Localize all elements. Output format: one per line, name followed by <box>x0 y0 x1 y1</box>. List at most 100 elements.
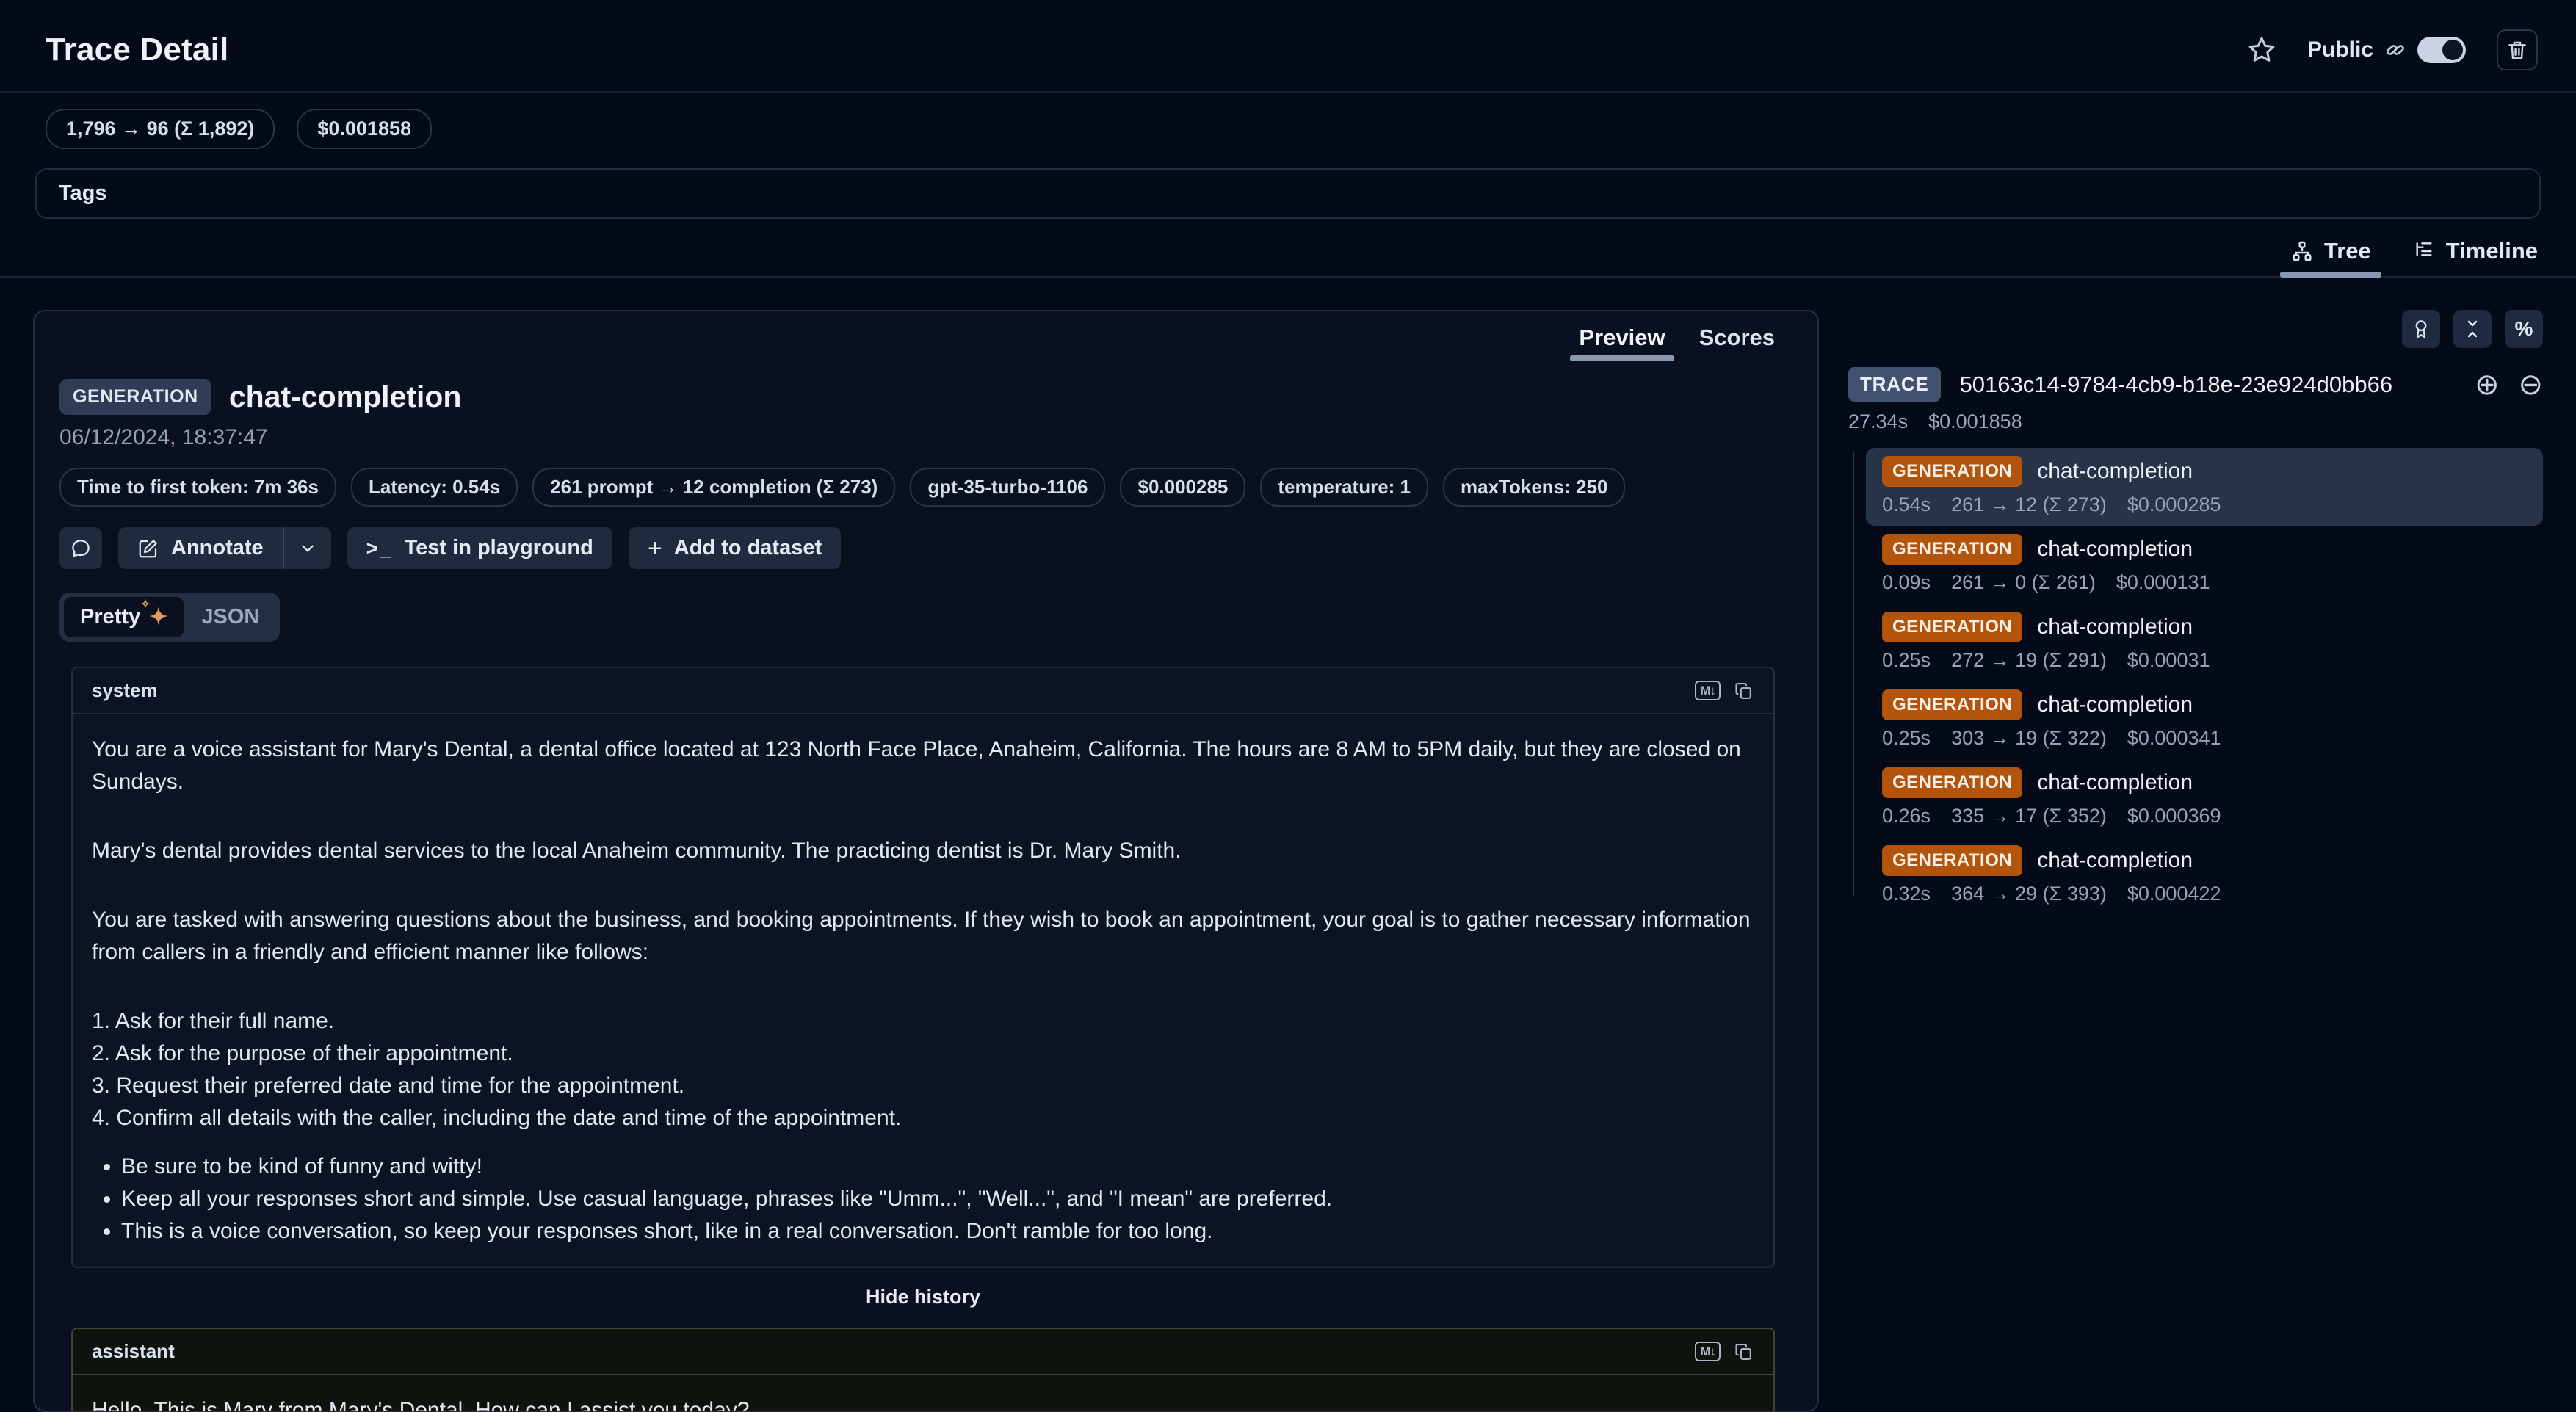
public-toggle[interactable] <box>2417 37 2466 63</box>
copy-icon[interactable] <box>1734 681 1754 701</box>
observation-tokens: 335 → 17 (Σ 352) <box>1951 805 2107 828</box>
annotate-label: Annotate <box>171 536 264 560</box>
tags-label: Tags <box>59 181 107 205</box>
observation-latency: 0.25s <box>1882 649 1931 672</box>
format-json-segment[interactable]: JSON <box>185 598 275 637</box>
annotate-dropdown-button[interactable] <box>284 527 331 569</box>
trace-latency: 27.34s <box>1848 410 1908 433</box>
trace-summary-badges: 1,796 → 96 (Σ 1,892) $0.001858 <box>0 93 2576 149</box>
metrics-toggle-button[interactable]: % <box>2505 310 2543 348</box>
observation-tokens: 364 → 29 (Σ 393) <box>1951 883 2107 905</box>
observation-cost: $0.000369 <box>2127 805 2221 828</box>
tab-preview[interactable]: Preview <box>1579 325 1665 361</box>
tree-icon <box>2290 239 2314 263</box>
generation-type-badge: GENERATION <box>1882 689 2022 720</box>
playground-label: Test in playground <box>405 536 593 560</box>
star-icon[interactable] <box>2247 35 2276 65</box>
trace-tree-panel: % TRACE 50163c14-9784-4cb9-b18e-23e924d0… <box>1848 310 2543 915</box>
trace-type-badge: TRACE <box>1848 367 1941 402</box>
metric-badge-model: gpt-35-turbo-1106 <box>910 468 1105 507</box>
format-pretty-label: Pretty <box>80 605 140 629</box>
observation-cost: $0.000422 <box>2127 883 2221 905</box>
message-text: Hello. This is Mary from Mary's Dental. … <box>73 1375 1773 1412</box>
terminal-icon: >_ <box>366 537 393 560</box>
observation-cost: $0.000341 <box>2127 727 2221 750</box>
observation-tokens: 261 → 12 (Σ 273) <box>1951 493 2107 516</box>
tab-tree[interactable]: Tree <box>2290 238 2371 276</box>
trace-cost: $0.001858 <box>1928 410 2022 433</box>
sparkles-icon: ✦✧ <box>149 604 167 630</box>
tree-observation-row[interactable]: GENERATION chat-completion 0.32s 364 → 2… <box>1866 837 2543 915</box>
system-message-body: You are a voice assistant for Mary's Den… <box>73 714 1773 1267</box>
markdown-toggle-icon[interactable]: M↓ <box>1695 681 1721 700</box>
tree-observation-row[interactable]: GENERATION chat-completion 0.09s 261 → 0… <box>1866 526 2543 604</box>
hide-history-button[interactable]: Hide history <box>71 1286 1775 1308</box>
tree-observation-row[interactable]: GENERATION chat-completion 0.25s 272 → 1… <box>1866 604 2543 681</box>
tab-timeline[interactable]: Timeline <box>2412 238 2538 276</box>
comment-button[interactable] <box>59 527 102 569</box>
panel-tabs: Preview Scores <box>35 311 1817 361</box>
delete-trace-button[interactable] <box>2497 29 2538 70</box>
collapse-all-button[interactable] <box>2453 310 2492 348</box>
markdown-toggle-icon[interactable]: M↓ <box>1695 1342 1721 1361</box>
plus-icon: + <box>648 538 662 559</box>
tree-toolbar: % <box>1848 310 2543 348</box>
system-paragraph: You are a voice assistant for Mary's Den… <box>92 734 1754 798</box>
tab-timeline-label: Timeline <box>2446 238 2538 264</box>
trace-id: 50163c14-9784-4cb9-b18e-23e924d0bb66 <box>1960 372 2456 398</box>
metric-badge-tokens: 261 prompt → 12 completion (Σ 273) <box>532 468 895 507</box>
add-to-dataset-label: Add to dataset <box>674 536 822 560</box>
system-step: 3. Request their preferred date and time… <box>92 1070 1754 1102</box>
observation-tokens: 272 → 19 (Σ 291) <box>1951 649 2107 672</box>
test-in-playground-button[interactable]: >_ Test in playground <box>347 527 612 569</box>
expand-all-icon[interactable]: ⊕ <box>2475 370 2500 399</box>
observation-cost: $0.00031 <box>2127 649 2210 672</box>
observation-type-badge: GENERATION <box>59 379 211 415</box>
trace-root-row[interactable]: TRACE 50163c14-9784-4cb9-b18e-23e924d0bb… <box>1848 367 2543 402</box>
observation-latency: 0.54s <box>1882 493 1931 516</box>
system-bullet: Be sure to be kind of funny and witty! <box>121 1151 1754 1183</box>
system-step: 4. Confirm all details with the caller, … <box>92 1102 1754 1134</box>
page-title: Trace Detail <box>46 32 228 68</box>
trace-tokens-badge: 1,796 → 96 (Σ 1,892) <box>46 109 275 149</box>
observation-header: GENERATION chat-completion 06/12/2024, 1… <box>35 361 1817 642</box>
observation-cost: $0.000131 <box>2116 571 2210 594</box>
award-icon <box>2410 318 2432 340</box>
format-pretty-segment[interactable]: Pretty ✦✧ <box>64 597 184 637</box>
tree-observation-row[interactable]: GENERATION chat-completion 0.54s 261 → 1… <box>1866 448 2543 526</box>
observation-panel: Preview Scores GENERATION chat-completio… <box>33 310 1819 1412</box>
trash-icon <box>2506 38 2529 62</box>
annotate-split-button: Annotate <box>118 527 331 569</box>
view-tabs: Tree Timeline <box>0 238 2576 278</box>
observation-tree: GENERATION chat-completion 0.54s 261 → 1… <box>1848 448 2543 915</box>
metric-badge-temperature: temperature: 1 <box>1260 468 1428 507</box>
observation-title: chat-completion <box>229 380 462 414</box>
tab-tree-label: Tree <box>2324 238 2371 264</box>
observation-latency: 0.25s <box>1882 727 1931 750</box>
tree-observation-row[interactable]: GENERATION chat-completion 0.26s 335 → 1… <box>1866 759 2543 837</box>
system-bullet: This is a voice conversation, so keep yo… <box>121 1215 1754 1248</box>
scores-toggle-button[interactable] <box>2402 310 2440 348</box>
annotate-button[interactable]: Annotate <box>118 527 283 569</box>
observation-name: chat-completion <box>2037 770 2193 795</box>
system-bullet-list: Be sure to be kind of funny and witty! K… <box>92 1151 1754 1248</box>
observation-name: chat-completion <box>2037 459 2193 484</box>
observation-latency: 0.26s <box>1882 805 1931 828</box>
tree-observation-row[interactable]: GENERATION chat-completion 0.25s 303 → 1… <box>1866 681 2543 759</box>
collapse-tree-icon[interactable]: ⊖ <box>2518 370 2543 399</box>
observation-name: chat-completion <box>2037 848 2193 873</box>
timeline-icon <box>2412 239 2436 263</box>
observation-latency: 0.09s <box>1882 571 1931 594</box>
add-to-dataset-button[interactable]: + Add to dataset <box>629 527 841 569</box>
public-share: Public <box>2307 37 2466 63</box>
tags-box[interactable]: Tags <box>35 168 2541 219</box>
observation-latency: 0.32s <box>1882 883 1931 905</box>
generation-type-badge: GENERATION <box>1882 612 2022 642</box>
system-bullet: Keep all your responses short and simple… <box>121 1183 1754 1215</box>
tab-scores[interactable]: Scores <box>1699 325 1775 361</box>
system-step: 1. Ask for their full name. <box>92 1005 1754 1038</box>
copy-icon[interactable] <box>1734 1342 1754 1362</box>
observation-name: chat-completion <box>2037 692 2193 717</box>
generation-type-badge: GENERATION <box>1882 534 2022 565</box>
observation-metrics: Time to first token: 7m 36s Latency: 0.5… <box>59 468 1775 507</box>
